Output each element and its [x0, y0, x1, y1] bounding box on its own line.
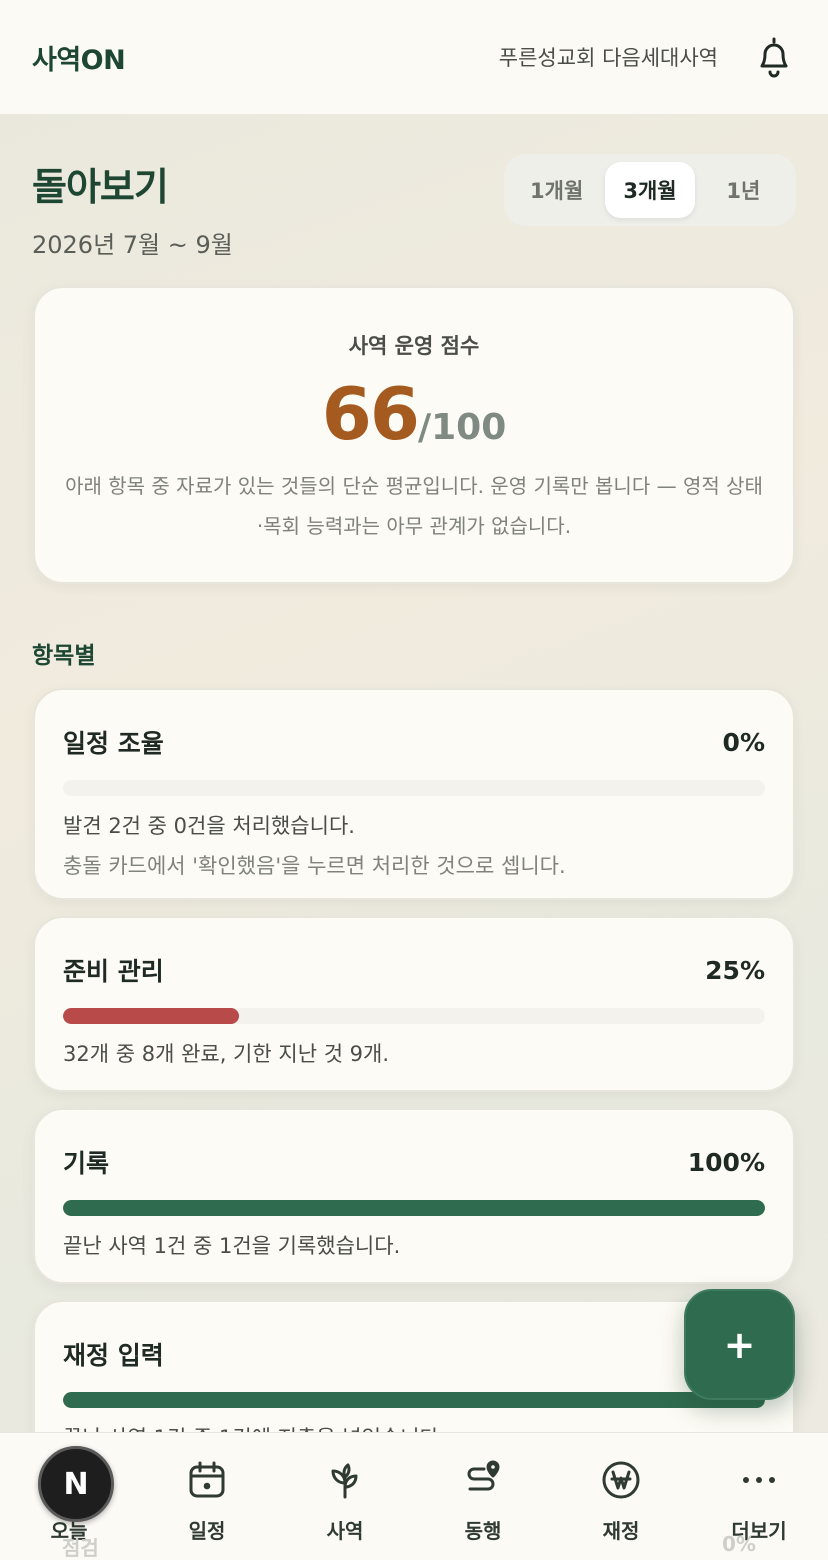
nav-item-accompany[interactable]: 동행 [414, 1433, 552, 1560]
metric-percent: 100% [687, 1147, 765, 1177]
app-brand[interactable]: 사역ON [32, 38, 126, 77]
metric-percent: 25% [705, 955, 765, 985]
date-range: 2026년 7월 ~ 9월 [32, 231, 233, 259]
metric-name: 재정 입력 [63, 1341, 164, 1370]
score-card: 사역 운영 점수 66 /100 아래 항목 중 자료가 있는 것들의 단순 평… [33, 286, 795, 584]
metric-card-preparation[interactable]: 준비 관리 25% 32개 중 8개 완료, 기한 지난 것 9개. [33, 916, 795, 1092]
nav-label: 일정 [188, 1519, 226, 1543]
progress-fill [63, 1008, 239, 1024]
top-right-group: 푸른성교회 다음세대사역 [499, 35, 794, 79]
metric-percent: 0% [722, 727, 765, 757]
score-value: 66 [321, 372, 420, 456]
user-avatar[interactable]: N [38, 1446, 114, 1522]
won-icon [598, 1457, 644, 1503]
progress-track [63, 1008, 765, 1024]
tab-1-year[interactable]: 1년 [699, 162, 788, 218]
metric-summary: 32개 중 8개 완료, 기한 지난 것 9개. [63, 1042, 390, 1066]
tab-1-month[interactable]: 1개월 [512, 162, 601, 218]
tab-3-months[interactable]: 3개월 [605, 162, 695, 218]
metric-name: 일정 조율 [63, 729, 164, 758]
route-icon [460, 1457, 506, 1503]
more-icon [736, 1457, 782, 1503]
metric-card-records[interactable]: 기록 100% 끝난 사역 1건 중 1건을 기록했습니다. [33, 1108, 795, 1284]
progress-track [63, 780, 765, 796]
period-segmented-control: 1개월 3개월 1년 [504, 154, 796, 226]
add-fab-button[interactable]: + [684, 1289, 795, 1400]
nav-item-finance[interactable]: 재정 [552, 1433, 690, 1560]
notification-bell-icon[interactable] [754, 35, 794, 79]
metric-hint: 충돌 카드에서 '확인했음'을 누르면 처리한 것으로 셉니다. [63, 854, 566, 878]
ghost-metric-label: 점검 [62, 1536, 99, 1560]
nav-label: 사역 [326, 1519, 364, 1543]
nav-item-more[interactable]: 더보기 [690, 1433, 828, 1560]
score-max: /100 [417, 407, 507, 448]
page-title: 돌아보기 [32, 165, 169, 209]
score-description: 아래 항목 중 자료가 있는 것들의 단순 평균입니다. 운영 기록만 봅니다 … [65, 474, 763, 538]
score-row: 66 /100 [35, 372, 793, 456]
metric-summary: 발견 2건 중 0건을 처리했습니다. [63, 814, 355, 838]
bottom-nav: 오늘 일정 사역 동행 재정 더보기 [0, 1432, 828, 1560]
metric-summary: 끝난 사역 1건 중 1건을 기록했습니다. [63, 1234, 401, 1258]
nav-label: 동행 [464, 1519, 502, 1543]
section-title: 항목별 [32, 643, 96, 669]
progress-fill [63, 1392, 765, 1408]
score-label: 사역 운영 점수 [348, 334, 480, 358]
nav-item-schedule[interactable]: 일정 [138, 1433, 276, 1560]
top-bar: 사역ON 푸른성교회 다음세대사역 [0, 0, 828, 114]
metric-card-schedule[interactable]: 일정 조율 0% 발견 2건 중 0건을 처리했습니다. 충돌 카드에서 '확인… [33, 688, 795, 900]
progress-track [63, 1200, 765, 1216]
nav-label: 재정 [602, 1519, 640, 1543]
calendar-icon [184, 1457, 230, 1503]
progress-track [63, 1392, 765, 1408]
sprout-icon [322, 1457, 368, 1503]
progress-fill [63, 1200, 765, 1216]
organization-name[interactable]: 푸른성교회 다음세대사역 [499, 42, 718, 72]
ghost-metric-percent: 0% [722, 1532, 756, 1556]
page-header: 돌아보기 2026년 7월 ~ 9월 [32, 156, 233, 260]
metric-name: 준비 관리 [63, 957, 164, 986]
metric-name: 기록 [63, 1149, 110, 1178]
nav-item-ministry[interactable]: 사역 [276, 1433, 414, 1560]
